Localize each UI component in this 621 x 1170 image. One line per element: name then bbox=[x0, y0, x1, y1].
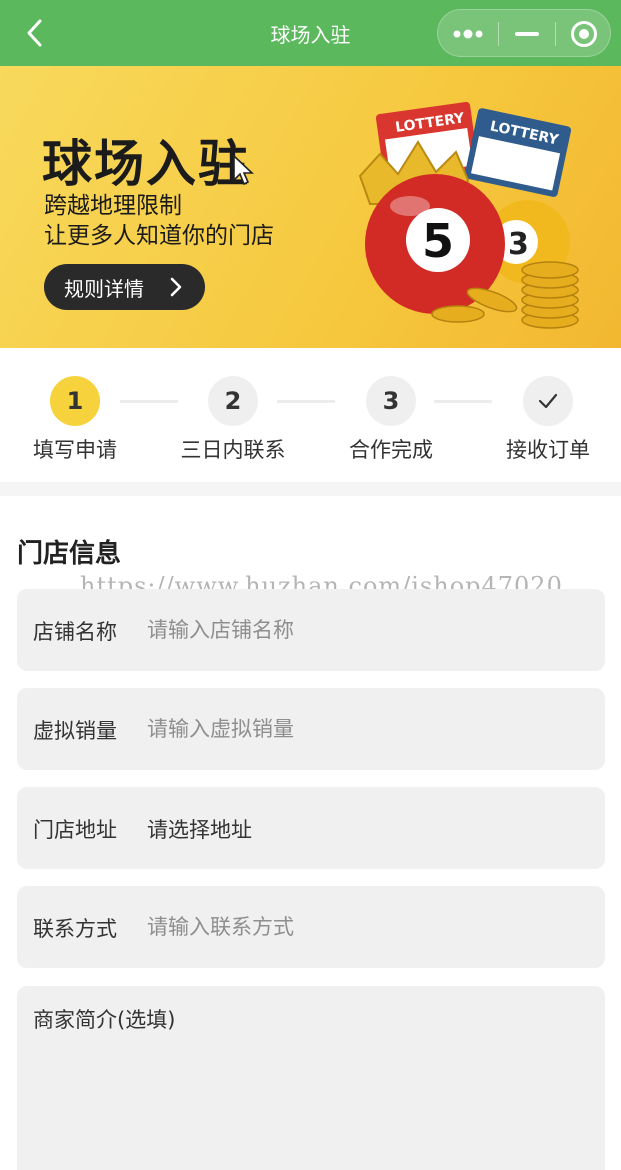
more-button[interactable] bbox=[438, 10, 498, 58]
ball-number-2: 3 bbox=[508, 227, 529, 262]
step-2-marker: 2 bbox=[208, 376, 258, 426]
step-2-label: 三日内联系 bbox=[180, 438, 286, 462]
contact-field[interactable]: 联系方式 bbox=[17, 886, 605, 968]
step-4: 接收订单 bbox=[488, 376, 608, 464]
promo-banner: 球场入驻 跨越地理限制 让更多人知道你的门店 规则详情 LOTTERY LOTT… bbox=[0, 66, 621, 348]
step-1-label: 填写申请 bbox=[33, 438, 117, 462]
more-dots-icon bbox=[453, 29, 483, 39]
store-name-input[interactable] bbox=[147, 611, 587, 649]
store-name-field[interactable]: 店铺名称 bbox=[17, 589, 605, 671]
ball-number-1: 5 bbox=[422, 214, 454, 268]
step-3: 3 合作完成 bbox=[331, 376, 451, 464]
step-4-marker bbox=[523, 376, 573, 426]
banner-subtitle-1: 跨越地理限制 bbox=[44, 193, 182, 219]
lottery-balls-illustration: LOTTERY LOTTERY 3 5 bbox=[358, 101, 579, 329]
capsule-menu bbox=[437, 9, 611, 57]
contact-input[interactable] bbox=[147, 908, 587, 946]
virtual-sales-field[interactable]: 虚拟销量 bbox=[17, 688, 605, 770]
step-1-marker: 1 bbox=[50, 376, 100, 426]
rules-detail-label: 规则详情 bbox=[64, 276, 144, 301]
section-title: 门店信息 bbox=[17, 539, 122, 569]
store-address-label: 门店地址 bbox=[33, 818, 117, 842]
step-1: 1 填写申请 bbox=[15, 376, 135, 464]
rules-detail-button[interactable]: 规则详情 bbox=[44, 264, 205, 310]
merchant-intro-label: 商家简介(选填) bbox=[33, 1008, 176, 1032]
address-picker[interactable]: 请选择地址 bbox=[147, 814, 252, 844]
step-2: 2 三日内联系 bbox=[173, 376, 293, 464]
close-button[interactable] bbox=[556, 10, 612, 58]
contact-label: 联系方式 bbox=[33, 917, 117, 941]
banner-subtitle-2: 让更多人知道你的门店 bbox=[44, 223, 274, 249]
minimize-icon bbox=[515, 32, 539, 36]
nav-bar: 球场入驻 bbox=[0, 0, 621, 66]
section-divider bbox=[0, 482, 621, 496]
step-3-marker: 3 bbox=[366, 376, 416, 426]
store-address-field[interactable]: 门店地址 请选择地址 bbox=[17, 787, 605, 869]
store-name-label: 店铺名称 bbox=[33, 620, 117, 644]
step-3-label: 合作完成 bbox=[349, 438, 433, 462]
minimize-button[interactable] bbox=[499, 10, 555, 58]
virtual-sales-input[interactable] bbox=[147, 710, 587, 748]
merchant-intro-textarea[interactable]: 商家简介(选填) bbox=[17, 986, 605, 1170]
progress-steps: 1 填写申请 2 三日内联系 3 合作完成 接收订单 bbox=[0, 352, 621, 482]
mouse-cursor-icon bbox=[233, 154, 254, 186]
check-icon bbox=[538, 393, 558, 409]
virtual-sales-label: 虚拟销量 bbox=[33, 719, 117, 743]
step-4-label: 接收订单 bbox=[506, 438, 590, 462]
close-target-icon bbox=[571, 21, 597, 47]
chevron-right-icon bbox=[170, 277, 182, 297]
